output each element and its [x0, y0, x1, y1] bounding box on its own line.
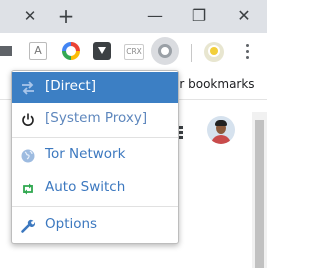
download-icon[interactable]: [93, 42, 111, 60]
menu-item-tor-network[interactable]: Tor Network: [12, 140, 178, 171]
mail-icon[interactable]: [0, 46, 12, 56]
other-bookmarks-link[interactable]: er bookmarks: [172, 77, 255, 91]
menu-item-label: Tor Network: [45, 146, 126, 162]
power-icon: [22, 113, 34, 126]
browser-titlebar: ✕ + — ❐ ✕: [0, 0, 267, 33]
retweet-icon: [23, 183, 33, 195]
toolbar-separator: [191, 44, 192, 62]
menu-item-direct[interactable]: [Direct]: [12, 72, 178, 103]
restore-button[interactable]: ❐: [185, 4, 213, 28]
menu-item-label: [System Proxy]: [45, 110, 148, 126]
more-menu-icon[interactable]: [244, 42, 250, 62]
menu-item-options[interactable]: Options: [12, 210, 178, 241]
menu-divider: [12, 137, 178, 138]
profile-icon[interactable]: [204, 42, 224, 62]
crx-icon[interactable]: CRX: [124, 44, 144, 60]
swap-arrows-icon: [22, 81, 34, 95]
window-close-button[interactable]: ✕: [230, 4, 258, 28]
proxy-omega-icon: [158, 44, 172, 58]
translate-icon[interactable]: A: [29, 42, 47, 60]
globe-icon: [21, 149, 35, 163]
menu-item-label: Auto Switch: [45, 179, 126, 195]
menu-item-auto-switch[interactable]: Auto Switch: [12, 173, 178, 204]
color-ring-icon[interactable]: [62, 42, 80, 60]
menu-divider: [12, 206, 178, 207]
minimize-button[interactable]: —: [141, 4, 169, 28]
menu-item-system-proxy[interactable]: [System Proxy]: [12, 104, 178, 135]
scrollbar-thumb[interactable]: [255, 120, 264, 268]
extensions-toolbar: A CRX: [0, 33, 267, 69]
proxy-omega-button[interactable]: [151, 37, 179, 65]
new-tab-button[interactable]: +: [56, 4, 76, 28]
wrench-icon: [21, 219, 36, 233]
tab-close-button[interactable]: ✕: [22, 4, 38, 28]
menu-item-label: [Direct]: [45, 78, 96, 94]
proxy-switch-menu: [Direct] [System Proxy] Tor Network Auto…: [11, 70, 179, 244]
page-scrollbar[interactable]: [252, 112, 267, 268]
user-avatar[interactable]: [207, 116, 235, 144]
menu-item-label: Options: [45, 216, 98, 232]
